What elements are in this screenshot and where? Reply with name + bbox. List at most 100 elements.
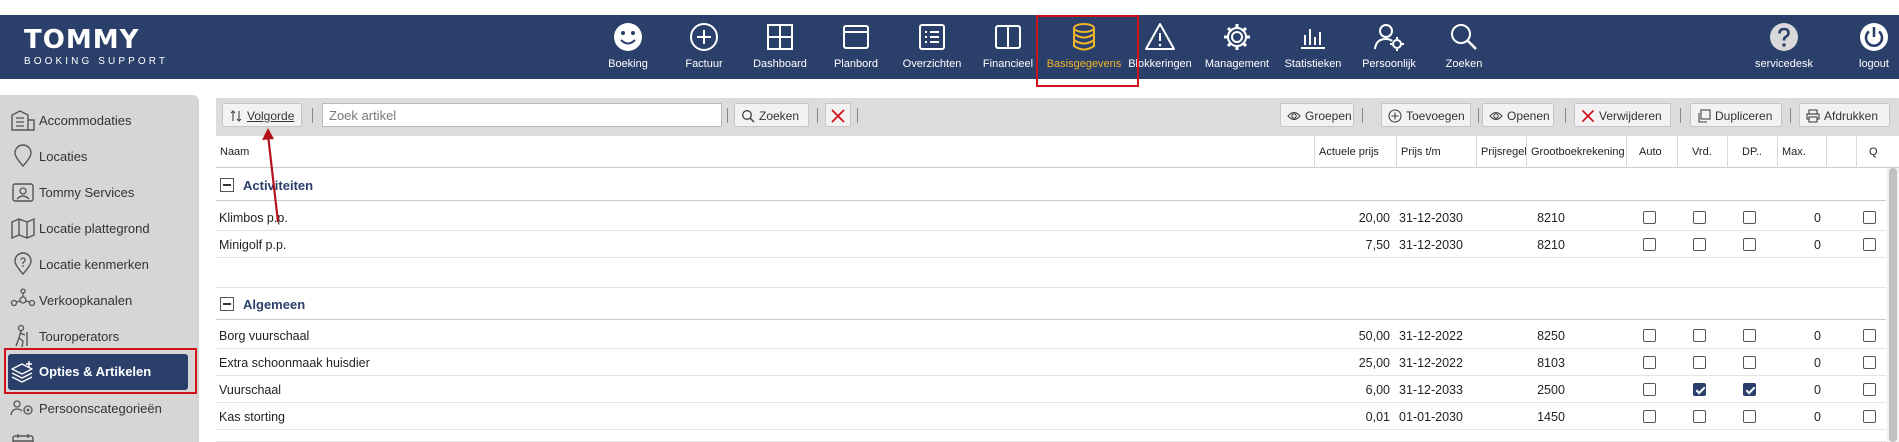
group-name: Algemeen bbox=[243, 297, 306, 312]
nav-overzichten[interactable]: Overzichten bbox=[900, 15, 964, 79]
nav-label: servicedesk bbox=[1754, 58, 1814, 70]
checkbox-vrd[interactable] bbox=[1693, 211, 1706, 224]
checkbox-vrd-checked[interactable] bbox=[1693, 383, 1706, 396]
column-header-prijsregel[interactable]: Prijsregel bbox=[1476, 136, 1526, 168]
column-header-naam[interactable]: Naam bbox=[216, 136, 1314, 168]
nav-logout[interactable]: logout bbox=[1850, 15, 1898, 79]
window-icon bbox=[843, 25, 869, 49]
toolbar-separator bbox=[1362, 108, 1363, 123]
sidebar-item-label: Verkoopkanalen bbox=[39, 293, 133, 308]
checkbox-dp[interactable] bbox=[1743, 211, 1756, 224]
table-row[interactable]: Vuurschaal 6,00 31-12-2033 2500 0 bbox=[216, 376, 1886, 403]
checkbox-dp[interactable] bbox=[1743, 410, 1756, 423]
column-header-vrd[interactable]: Vrd. bbox=[1677, 136, 1727, 168]
sidebar-item-accommodaties[interactable]: Accommodaties bbox=[8, 104, 193, 136]
nav-planbord[interactable]: Planbord bbox=[829, 15, 883, 79]
table-row-partial[interactable] bbox=[216, 430, 1886, 442]
checkbox-dp-checked[interactable] bbox=[1743, 383, 1756, 396]
scrollbar-thumb[interactable] bbox=[1889, 168, 1897, 442]
sidebar-item-label: Tommy Services bbox=[39, 185, 135, 200]
groups-button-label: Groepen bbox=[1305, 109, 1352, 123]
nav-label: logout bbox=[1859, 58, 1889, 70]
checkbox-auto[interactable] bbox=[1643, 211, 1656, 224]
tommy-logo[interactable]: TOMMY BOOKING SUPPORT bbox=[24, 27, 168, 68]
columns-icon bbox=[995, 25, 1021, 49]
checkbox-vrd[interactable] bbox=[1693, 238, 1706, 251]
nav-management[interactable]: Management bbox=[1203, 15, 1271, 79]
checkbox-vrd[interactable] bbox=[1693, 329, 1706, 342]
table-row[interactable]: Extra schoonmaak huisdier 25,00 31-12-20… bbox=[216, 349, 1886, 376]
eye-icon bbox=[1489, 111, 1503, 121]
nav-servicedesk[interactable]: servicedesk bbox=[1752, 15, 1816, 79]
nav-dashboard[interactable]: Dashboard bbox=[748, 15, 812, 79]
sidebar-item-tommy-services[interactable]: Tommy Services bbox=[8, 176, 193, 208]
sidebar-item-verkoopkanalen[interactable]: Verkoopkanalen bbox=[8, 284, 193, 316]
search-icon bbox=[1451, 24, 1477, 50]
nav-financieel[interactable]: Financieel bbox=[980, 15, 1036, 79]
nav-label: Financieel bbox=[982, 58, 1034, 70]
table-row[interactable]: Borg vuurschaal 50,00 31-12-2022 8250 0 bbox=[216, 322, 1886, 349]
column-header-auto[interactable]: Auto bbox=[1626, 136, 1677, 168]
print-button[interactable]: Afdrukken bbox=[1799, 103, 1890, 127]
checkbox-auto[interactable] bbox=[1643, 329, 1656, 342]
checkbox-q[interactable] bbox=[1863, 356, 1876, 369]
checkbox-q[interactable] bbox=[1863, 211, 1876, 224]
groups-button[interactable]: Groepen bbox=[1280, 103, 1354, 127]
nav-statistieken[interactable]: Statistieken bbox=[1280, 15, 1346, 79]
user-gear-icon bbox=[1374, 24, 1404, 51]
clear-search-button[interactable] bbox=[825, 103, 851, 127]
search-button[interactable]: Zoeken bbox=[734, 103, 809, 127]
collapse-toggle-icon[interactable] bbox=[220, 297, 234, 311]
checkbox-vrd[interactable] bbox=[1693, 356, 1706, 369]
checkbox-q[interactable] bbox=[1863, 383, 1876, 396]
sidebar-item-locatie-plattegrond[interactable]: Locatie plattegrond bbox=[8, 212, 193, 244]
column-header-blank[interactable] bbox=[1826, 136, 1856, 168]
nav-persoonlijk[interactable]: Persoonlijk bbox=[1356, 15, 1422, 79]
sidebar-item-persoonscategorieen[interactable]: Persoonscategorieën bbox=[8, 392, 193, 424]
duplicate-button[interactable]: Dupliceren bbox=[1690, 103, 1782, 127]
checkbox-auto[interactable] bbox=[1643, 356, 1656, 369]
nav-boeking[interactable]: Boeking bbox=[602, 15, 654, 79]
collapse-toggle-icon[interactable] bbox=[220, 178, 234, 192]
checkbox-vrd[interactable] bbox=[1693, 410, 1706, 423]
table-row[interactable]: Kas storting 0,01 01-01-2030 1450 0 bbox=[216, 403, 1886, 430]
column-header-prijs-tm[interactable]: Prijs t/m bbox=[1396, 136, 1476, 168]
table-row[interactable]: Minigolf p.p. 7,50 31-12-2030 8210 0 bbox=[216, 231, 1886, 258]
checkbox-dp[interactable] bbox=[1743, 329, 1756, 342]
sidebar-item-more[interactable] bbox=[8, 428, 193, 442]
checkbox-auto[interactable] bbox=[1643, 410, 1656, 423]
highlight-opties-artikelen bbox=[4, 348, 197, 394]
checkbox-auto[interactable] bbox=[1643, 383, 1656, 396]
eye-icon bbox=[1287, 111, 1301, 121]
open-button[interactable]: Openen bbox=[1482, 103, 1554, 127]
checkbox-auto[interactable] bbox=[1643, 238, 1656, 251]
nav-factuur[interactable]: Factuur bbox=[677, 15, 731, 79]
checkbox-dp[interactable] bbox=[1743, 356, 1756, 369]
toolbar-separator bbox=[1478, 108, 1479, 123]
column-header-q[interactable]: Q bbox=[1856, 136, 1899, 168]
group-row[interactable]: Activiteiten bbox=[216, 169, 1886, 201]
group-row[interactable]: Algemeen bbox=[216, 288, 1886, 320]
sort-order-button[interactable]: Volgorde bbox=[222, 103, 302, 127]
vertical-scrollbar[interactable] bbox=[1887, 168, 1899, 442]
plus-circle-icon bbox=[690, 23, 718, 51]
delete-button[interactable]: Verwijderen bbox=[1574, 103, 1671, 127]
nav-label: Factuur bbox=[685, 58, 723, 70]
top-navigation: TOMMY BOOKING SUPPORT Boeking Factuur Da… bbox=[0, 15, 1899, 79]
table-row[interactable]: Klimbos p.p. 20,00 31-12-2030 8210 0 bbox=[216, 204, 1886, 231]
sidebar-item-locaties[interactable]: Locaties bbox=[8, 140, 193, 172]
help-icon bbox=[1770, 23, 1798, 51]
column-header-dp[interactable]: DP.. bbox=[1727, 136, 1777, 168]
add-button[interactable]: Toevoegen bbox=[1381, 103, 1471, 127]
checkbox-q[interactable] bbox=[1863, 238, 1876, 251]
checkbox-q[interactable] bbox=[1863, 410, 1876, 423]
article-search-input[interactable] bbox=[322, 103, 722, 127]
column-header-max[interactable]: Max. bbox=[1777, 136, 1826, 168]
sidebar-item-locatie-kenmerken[interactable]: Locatie kenmerken bbox=[8, 248, 193, 280]
column-header-actuele-prijs[interactable]: Actuele prijs bbox=[1314, 136, 1396, 168]
column-header-grootboekrekening[interactable]: Grootboekrekening bbox=[1526, 136, 1626, 168]
checkbox-q[interactable] bbox=[1863, 329, 1876, 342]
nav-zoeken[interactable]: Zoeken bbox=[1436, 15, 1492, 79]
checkbox-dp[interactable] bbox=[1743, 238, 1756, 251]
cell-actuele-prijs: 0,01 bbox=[1365, 410, 1390, 424]
